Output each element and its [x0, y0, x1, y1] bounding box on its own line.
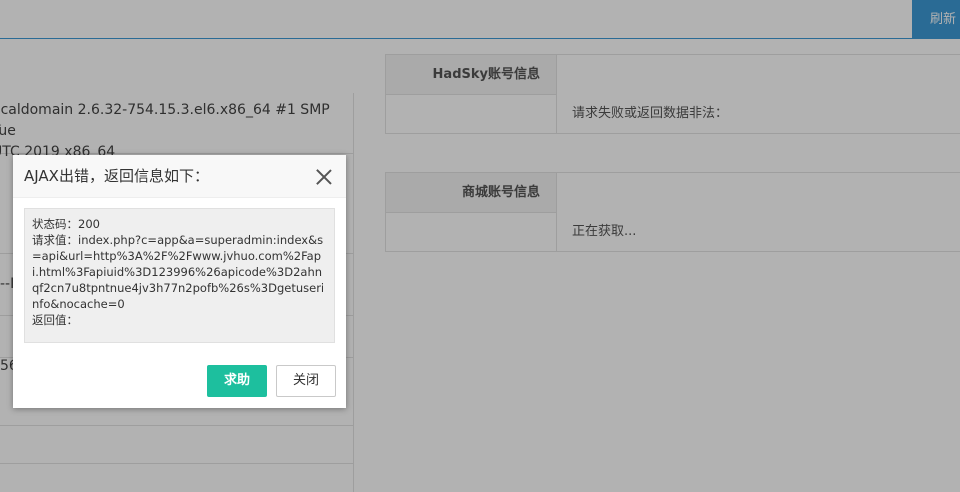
status-code-line: 状态码：200 [32, 217, 100, 231]
help-button[interactable]: 求助 [207, 365, 267, 397]
dialog-header: AJAX出错，返回信息如下： [13, 155, 346, 198]
return-value-line: 返回值： [32, 313, 78, 327]
close-icon[interactable] [314, 167, 334, 187]
error-details: 状态码：200 请求值：index.php?c=app&a=superadmin… [24, 208, 335, 343]
close-button[interactable]: 关闭 [276, 365, 336, 397]
request-value-line: 请求值：index.php?c=app&a=superadmin:index&s… [32, 233, 325, 311]
dialog-title: AJAX出错，返回信息如下： [24, 167, 209, 185]
dialog-body: 状态码：200 请求值：index.php?c=app&a=superadmin… [13, 198, 346, 343]
dialog-footer: 求助 关闭 [13, 354, 346, 408]
ajax-error-dialog: AJAX出错，返回信息如下： 状态码：200 请求值：index.php?c=a… [13, 155, 346, 408]
